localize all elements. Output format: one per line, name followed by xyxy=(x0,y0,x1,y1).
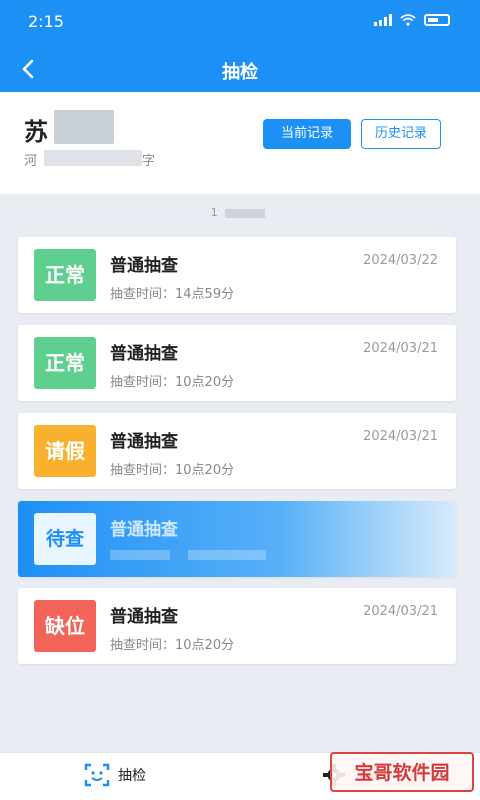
status-icons xyxy=(374,14,450,26)
redacted-org xyxy=(44,150,142,166)
status-badge: 缺位 xyxy=(34,600,96,652)
pager-text: 1 xyxy=(210,206,218,219)
user-org-suffix: 字 xyxy=(142,154,156,169)
record-card[interactable]: 缺位 普通抽查 抽查时间：10点20分 2024/03/21 xyxy=(18,588,456,664)
record-time: 抽查时间：10点20分 xyxy=(110,638,235,653)
record-card[interactable]: 正常 普通抽查 抽查时间：14点59分 2024/03/22 xyxy=(18,237,456,313)
status-badge: 正常 xyxy=(34,337,96,389)
record-date: 2024/03/21 xyxy=(363,604,438,619)
record-card[interactable]: 正常 普通抽查 抽查时间：10点20分 2024/03/21 xyxy=(18,325,456,401)
record-time: 抽查时间：10点20分 xyxy=(110,463,235,478)
record-time-redacted xyxy=(110,547,266,562)
record-title: 普通抽查 xyxy=(110,256,178,276)
redacted-name xyxy=(54,110,114,144)
pager: 1 xyxy=(0,206,480,219)
tab-spot-check[interactable]: 抽检 xyxy=(84,763,146,787)
status-badge: 请假 xyxy=(34,425,96,477)
record-title: 普通抽查 xyxy=(110,432,178,452)
battery-icon xyxy=(424,14,450,26)
tab-label: 抽检 xyxy=(118,768,146,784)
record-card-selected[interactable]: 待查 普通抽查 xyxy=(18,501,456,577)
signal-icon xyxy=(374,14,392,26)
status-badge: 待查 xyxy=(34,513,96,565)
user-org-prefix: 河 xyxy=(24,154,38,169)
record-title: 普通抽查 xyxy=(110,520,178,540)
face-scan-icon xyxy=(84,763,110,787)
status-badge: 正常 xyxy=(34,249,96,301)
nav-bar: 抽检 xyxy=(0,46,480,92)
record-card[interactable]: 请假 普通抽查 抽查时间：10点20分 2024/03/21 xyxy=(18,413,456,489)
status-time: 2:15 xyxy=(28,12,64,31)
user-name: 苏 xyxy=(24,118,48,146)
record-title: 普通抽查 xyxy=(110,344,178,364)
record-time: 抽查时间：14点59分 xyxy=(110,287,235,302)
redacted-pager xyxy=(225,208,266,218)
record-date: 2024/03/21 xyxy=(363,429,438,444)
record-title: 普通抽查 xyxy=(110,607,178,627)
status-bar: 2:15 xyxy=(0,0,480,46)
current-records-button[interactable]: 当前记录 xyxy=(263,119,351,149)
record-time: 抽查时间：10点20分 xyxy=(110,375,235,390)
watermark: 宝哥软件园 xyxy=(330,752,474,792)
record-date: 2024/03/22 xyxy=(363,253,438,268)
history-records-button[interactable]: 历史记录 xyxy=(361,119,441,149)
wifi-icon xyxy=(400,14,416,26)
record-date: 2024/03/21 xyxy=(363,341,438,356)
page-title: 抽检 xyxy=(222,62,258,83)
